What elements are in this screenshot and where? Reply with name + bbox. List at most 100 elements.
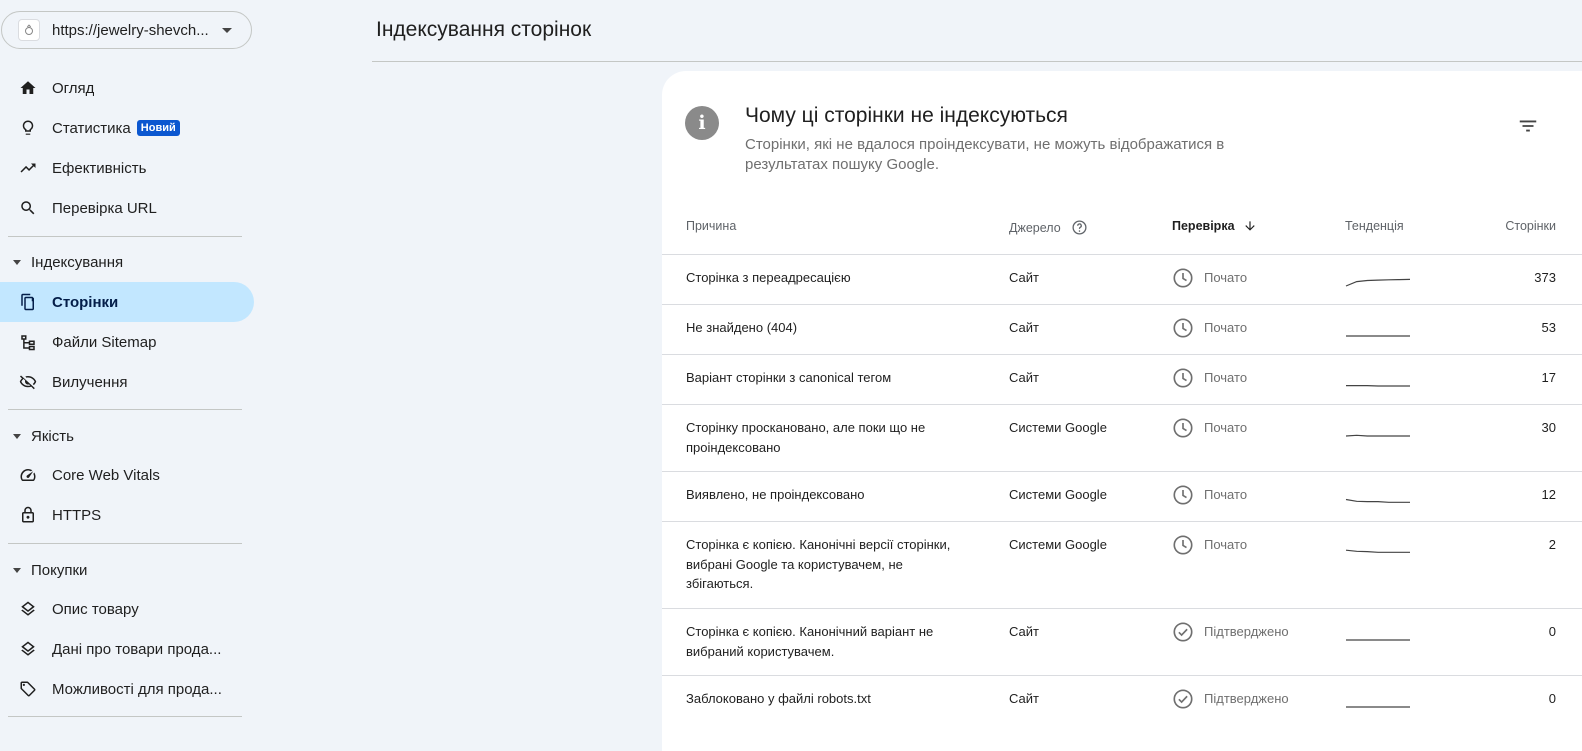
column-label: Сторінки [1505,219,1556,233]
row-pages: 373 [1534,268,1556,288]
trend-line [1346,550,1410,552]
row-source: Сайт [1009,268,1039,288]
table-row[interactable]: Сторінка є копією. Канонічні версії стор… [662,521,1582,608]
row-source: Сайт [1009,622,1039,642]
info-icon: i [685,106,719,140]
table-row[interactable]: Виявлено, не проіндексовано Системи Googl… [662,471,1582,521]
row-reason: Сторінка є копією. Канонічні версії стор… [686,535,958,594]
row-reason: Виявлено, не проіндексовано [686,485,958,505]
layers-icon [18,639,38,659]
clock-icon [1172,267,1194,289]
row-pages: 17 [1542,368,1556,388]
column-header-validation[interactable]: Перевірка [1172,219,1257,233]
ring-icon [18,19,40,41]
row-source: Системи Google [1009,535,1107,555]
section-label: Покупки [31,562,87,579]
validation-label: Почато [1204,485,1247,505]
row-validation: Підтверджено [1172,621,1289,643]
filter-button[interactable] [1517,115,1543,137]
nav-item-removals[interactable]: Вилучення [0,362,254,402]
section-indexing[interactable]: Індексування [0,250,123,274]
table-row[interactable]: Заблоковано у файлі robots.txt Сайт Підтве… [662,675,1582,725]
trend-sparkline [1345,317,1411,339]
nav-item-url-inspection[interactable]: Перевірка URL [0,188,254,228]
table-row[interactable]: Варіант сторінки з canonical тегомСайтПо… [662,354,1582,404]
row-reason: Не знайдено (404) [686,318,958,338]
nav-item-insights[interactable]: Статистика Новий [0,108,254,148]
row-validation: Почато [1172,267,1247,289]
row-reason: Сторінку проскановано, але поки що не пр… [686,418,958,457]
clock-icon [1172,484,1194,506]
trend-sparkline [1345,367,1411,389]
row-reason: Заблоковано у файлі robots.txt [686,689,958,709]
trend-sparkline [1345,484,1411,506]
nav-item-merchant-listings[interactable]: Дані про товари прода... [0,629,254,669]
row-validation: Підтверджено [1172,688,1289,710]
row-validation: Почато [1172,484,1247,506]
nav-item-overview[interactable]: Огляд [0,68,254,108]
caret-down-icon [13,260,21,265]
column-header-pages[interactable]: Сторінки [1505,219,1556,233]
home-icon [18,78,38,98]
eye-off-icon [18,372,38,392]
validation-label: Почато [1204,418,1247,438]
table-row[interactable]: Сторінка з переадресацієюСайтПочато373 [662,254,1582,304]
row-validation: Почато [1172,534,1247,556]
nav-item-label: Дані про товари прода... [52,641,221,658]
nav-item-label: Перевірка URL [52,200,157,217]
column-header-trend: Тенденція [1345,219,1404,233]
trend-sparkline [1345,621,1411,643]
nav-divider [8,716,242,717]
arrow-down-icon [1243,219,1257,233]
row-source: Системи Google [1009,485,1107,505]
nav-item-pages[interactable]: Сторінки [0,282,254,322]
check-circle-icon [1172,621,1194,643]
nav-item-label: Ефективність [52,160,146,177]
table-row[interactable]: Сторінку проскановано, але поки що не пр… [662,404,1582,471]
help-icon[interactable] [1071,219,1088,236]
caret-down-icon [13,568,21,573]
sidebar: https://jewelry-shevch... Огляд Статисти… [0,0,256,732]
row-pages: 0 [1549,689,1556,709]
nav-divider [8,236,242,237]
nav-item-label: Опис товару [52,601,139,618]
nav-item-core-web-vitals[interactable]: Core Web Vitals [0,455,254,495]
nav-item-label: Вилучення [52,374,127,391]
clock-icon [1172,534,1194,556]
row-validation: Почато [1172,367,1247,389]
column-label: Джерело [1009,221,1061,235]
trend-line [1346,500,1410,503]
section-shopping[interactable]: Покупки [0,558,87,582]
nav-item-https[interactable]: HTTPS [0,495,254,535]
nav-item-label: Сторінки [52,294,118,311]
row-pages: 2 [1549,535,1556,555]
table-row[interactable]: Не знайдено (404)СайтПочато53 [662,304,1582,354]
chevron-down-icon [222,28,232,33]
row-source: Сайт [1009,689,1039,709]
table-row[interactable]: Сторінка є копією. Канонічний варіант не… [662,608,1582,675]
nav-item-sitemaps[interactable]: Файли Sitemap [0,322,254,362]
nav-item-label: Файли Sitemap [52,334,156,351]
nav-item-label: Огляд [52,80,94,97]
column-header-source[interactable]: Джерело [1009,219,1088,236]
not-indexed-card: i Чому ці сторінки не індексуються Сторі… [662,71,1582,751]
caret-down-icon [13,434,21,439]
column-header-reason[interactable]: Причина [686,219,736,233]
nav-item-shopping-tab[interactable]: Можливості для прода... [0,669,254,709]
nav-item-label: Core Web Vitals [52,467,160,484]
lightbulb-icon [18,118,38,138]
nav-item-performance[interactable]: Ефективність [0,148,254,188]
row-pages: 30 [1542,418,1556,438]
check-circle-icon [1172,688,1194,710]
section-label: Індексування [31,254,123,271]
column-label: Тенденція [1345,219,1404,233]
property-selector[interactable]: https://jewelry-shevch... [1,11,252,49]
validation-label: Почато [1204,535,1247,555]
nav-item-product-snippets[interactable]: Опис товару [0,589,254,629]
new-badge: Новий [137,120,180,136]
section-quality[interactable]: Якість [0,424,74,448]
sitemap-icon [18,332,38,352]
row-validation: Почато [1172,317,1247,339]
pages-icon [18,292,38,312]
nav-item-label: HTTPS [52,507,101,524]
